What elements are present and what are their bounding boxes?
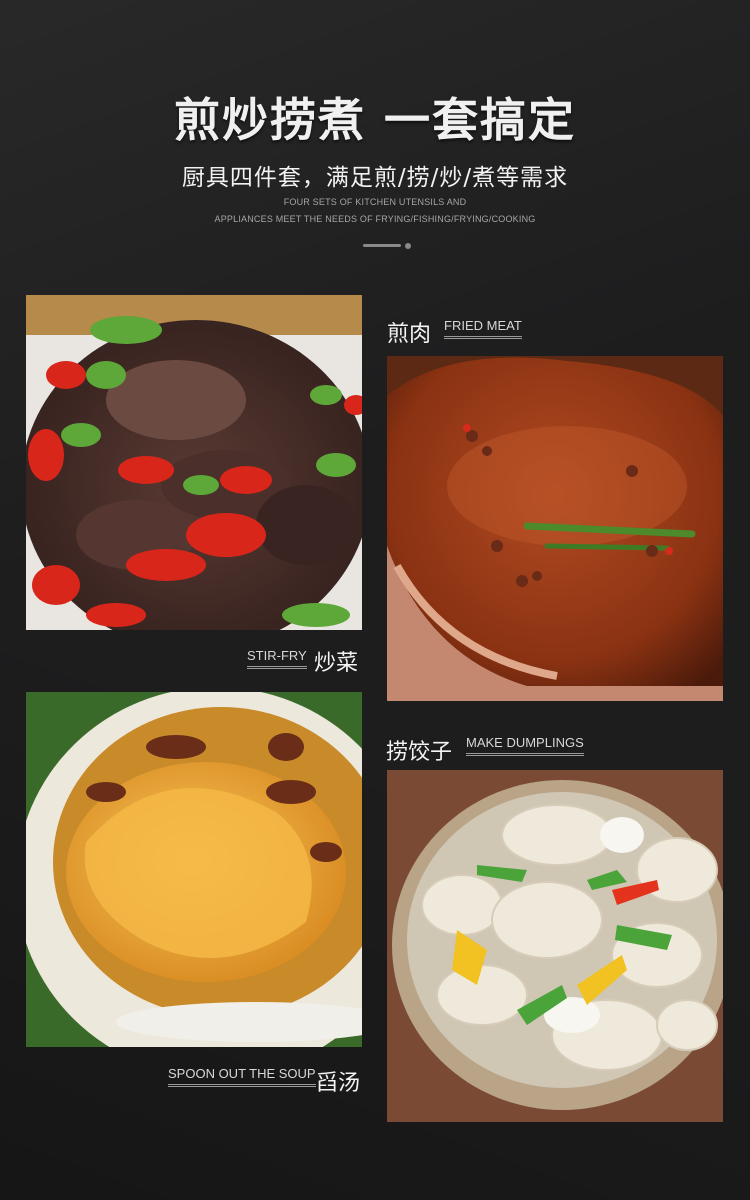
stir-fry-photo: [26, 295, 362, 630]
soup-photo: [26, 692, 362, 1047]
stir-fry-label-en: STIR-FRY: [247, 648, 307, 669]
divider-dash: [363, 244, 401, 247]
soup-label-cn: 舀汤: [316, 1071, 361, 1096]
stir-fry-label-cn: 炒菜: [314, 651, 359, 676]
english-caption-line-1: FOUR SETS OF KITCHEN UTENSILS AND: [283, 197, 467, 207]
english-caption-line-2: APPLIANCES MEET THE NEEDS OF FRYING/FISH…: [214, 214, 536, 224]
fried-meat-photo: [387, 356, 723, 701]
page-subtitle: 厨具四件套，满足煎/捞/炒/煮等需求: [181, 165, 569, 191]
divider-dot: [405, 243, 411, 249]
dumplings-label-en: MAKE DUMPLINGS: [466, 735, 584, 756]
fried-meat-label-cn: 煎肉: [387, 322, 432, 347]
soup-label-en: SPOON OUT THE SOUP: [168, 1066, 316, 1087]
page-title: 煎炒捞煮 一套搞定: [173, 93, 576, 147]
fried-meat-label-en: FRIED MEAT: [444, 318, 522, 339]
dumplings-photo: [387, 770, 723, 1122]
dumplings-label-cn: 捞饺子: [386, 740, 453, 765]
